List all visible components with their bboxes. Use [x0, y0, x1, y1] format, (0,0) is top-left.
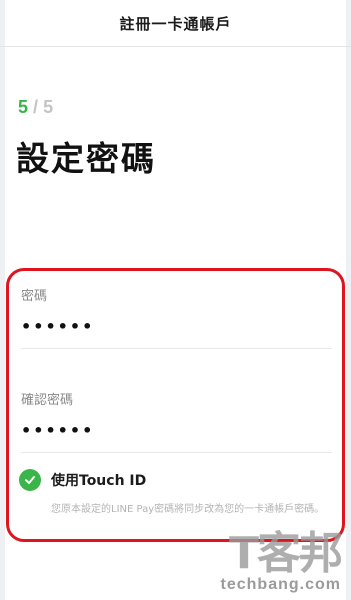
password-form-highlight: 密碼 •••••• 確認密碼 •••••• 使用Touch ID 您原本設定的L…: [6, 268, 345, 542]
password-field[interactable]: 密碼 ••••••: [21, 285, 332, 349]
password-label: 密碼: [21, 289, 48, 304]
watermark-site: techbang.com: [220, 576, 341, 593]
screen-edge-right: [346, 0, 351, 600]
step-current: 5: [18, 97, 29, 117]
touch-id-label: 使用Touch ID: [51, 473, 147, 489]
step-separator: /: [33, 97, 39, 117]
page-title: 設定密碼: [16, 139, 156, 178]
nav-title: 註冊一卡通帳戶: [119, 14, 232, 33]
confirm-password-underline: [21, 452, 332, 453]
step-indicator: 5 / 5: [18, 97, 53, 118]
confirm-password-field[interactable]: 確認密碼 ••••••: [21, 389, 332, 453]
screen-edge-left: [0, 0, 5, 600]
password-underline: [21, 348, 332, 349]
checkmark-icon[interactable]: [19, 469, 41, 491]
navigation-bar: 註冊一卡通帳戶: [0, 0, 351, 47]
password-input[interactable]: ••••••: [21, 318, 332, 336]
touch-id-note: 您原本設定的LINE Pay密碼將同步改為您的一卡通帳戶密碼。: [51, 504, 325, 515]
confirm-password-input[interactable]: ••••••: [21, 422, 332, 440]
touch-id-toggle[interactable]: 使用Touch ID: [19, 469, 146, 491]
step-total: 5: [43, 97, 54, 117]
watermark-logo: T客邦 techbang.com: [211, 528, 343, 596]
confirm-password-label: 確認密碼: [21, 393, 74, 408]
watermark-logo-mark: T客邦: [228, 528, 343, 579]
